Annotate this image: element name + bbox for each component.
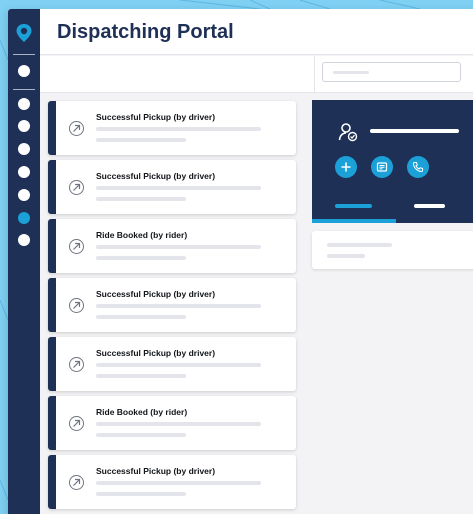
event-detail-line bbox=[96, 197, 186, 201]
sidebar-divider bbox=[13, 54, 35, 55]
arrow-up-right-circle-icon[interactable] bbox=[69, 416, 84, 431]
arrow-up-right-circle-icon[interactable] bbox=[69, 180, 84, 195]
arrow-up-right-circle-icon[interactable] bbox=[69, 475, 84, 490]
page-title: Dispatching Portal bbox=[57, 21, 234, 43]
event-detail-line bbox=[96, 433, 186, 437]
active-tab-indicator bbox=[312, 219, 396, 223]
contact-name-line bbox=[370, 129, 459, 133]
sidebar-item-6[interactable] bbox=[18, 189, 30, 201]
arrow-up-right-circle-icon[interactable] bbox=[69, 121, 84, 136]
info-line bbox=[327, 243, 392, 247]
sidebar-item-7-active[interactable] bbox=[18, 212, 30, 224]
document-icon bbox=[376, 162, 388, 172]
event-title: Successful Pickup (by driver) bbox=[96, 289, 216, 299]
event-detail-line bbox=[96, 481, 261, 485]
info-line bbox=[327, 254, 365, 258]
tab-1[interactable] bbox=[335, 204, 372, 208]
event-card[interactable]: Successful Pickup (by driver) bbox=[48, 160, 296, 214]
event-detail-line bbox=[96, 363, 261, 367]
sidebar-divider bbox=[13, 89, 35, 90]
event-title: Successful Pickup (by driver) bbox=[96, 466, 216, 476]
card-accent-bar bbox=[48, 278, 56, 332]
card-accent-bar bbox=[48, 219, 56, 273]
search-input[interactable] bbox=[322, 62, 461, 82]
user-check-icon bbox=[338, 123, 358, 142]
card-accent-bar bbox=[48, 160, 56, 214]
detail-panel bbox=[312, 100, 473, 223]
logo-icon[interactable] bbox=[15, 23, 33, 43]
page-header: Dispatching Portal bbox=[40, 9, 473, 55]
event-title: Successful Pickup (by driver) bbox=[96, 171, 216, 181]
plus-icon bbox=[341, 162, 351, 172]
event-card[interactable]: Successful Pickup (by driver) bbox=[48, 337, 296, 391]
event-card[interactable]: Successful Pickup (by driver) bbox=[48, 455, 296, 509]
event-detail-line bbox=[96, 138, 186, 142]
sidebar-item-1[interactable] bbox=[18, 65, 30, 77]
event-detail-line bbox=[96, 422, 261, 426]
app-window: Dispatching Portal Successful Pickup (by… bbox=[8, 9, 473, 514]
event-card[interactable]: Successful Pickup (by driver) bbox=[48, 101, 296, 155]
card-accent-bar bbox=[48, 455, 56, 509]
event-detail-line bbox=[96, 127, 261, 131]
event-title: Successful Pickup (by driver) bbox=[96, 112, 216, 122]
card-accent-bar bbox=[48, 101, 56, 155]
event-detail-line bbox=[96, 304, 261, 308]
arrow-up-right-circle-icon[interactable] bbox=[69, 298, 84, 313]
event-card[interactable]: Ride Booked (by rider) bbox=[48, 219, 296, 273]
event-card[interactable]: Successful Pickup (by driver) bbox=[48, 278, 296, 332]
arrow-up-right-circle-icon[interactable] bbox=[69, 239, 84, 254]
tab-2[interactable] bbox=[414, 204, 445, 208]
event-card[interactable]: Ride Booked (by rider) bbox=[48, 396, 296, 450]
card-accent-bar bbox=[48, 396, 56, 450]
event-detail-line bbox=[96, 256, 186, 260]
phone-icon bbox=[412, 162, 423, 173]
sidebar-item-4[interactable] bbox=[18, 143, 30, 155]
event-detail-line bbox=[96, 492, 186, 496]
toolbar bbox=[40, 56, 473, 93]
event-detail-line bbox=[96, 245, 261, 249]
event-detail-line bbox=[96, 374, 186, 378]
event-detail-line bbox=[96, 315, 186, 319]
add-button[interactable] bbox=[335, 156, 357, 178]
details-button[interactable] bbox=[371, 156, 393, 178]
sidebar-item-3[interactable] bbox=[18, 120, 30, 132]
toolbar-divider bbox=[314, 56, 315, 93]
search-placeholder bbox=[333, 71, 369, 74]
event-title: Ride Booked (by rider) bbox=[96, 407, 188, 417]
info-card bbox=[312, 231, 473, 269]
arrow-up-right-circle-icon[interactable] bbox=[69, 357, 84, 372]
sidebar-item-2[interactable] bbox=[18, 98, 30, 110]
event-detail-line bbox=[96, 186, 261, 190]
event-title: Successful Pickup (by driver) bbox=[96, 348, 216, 358]
call-button[interactable] bbox=[407, 156, 429, 178]
event-title: Ride Booked (by rider) bbox=[96, 230, 188, 240]
sidebar bbox=[8, 9, 40, 514]
card-accent-bar bbox=[48, 337, 56, 391]
sidebar-item-8[interactable] bbox=[18, 234, 30, 246]
sidebar-item-5[interactable] bbox=[18, 166, 30, 178]
